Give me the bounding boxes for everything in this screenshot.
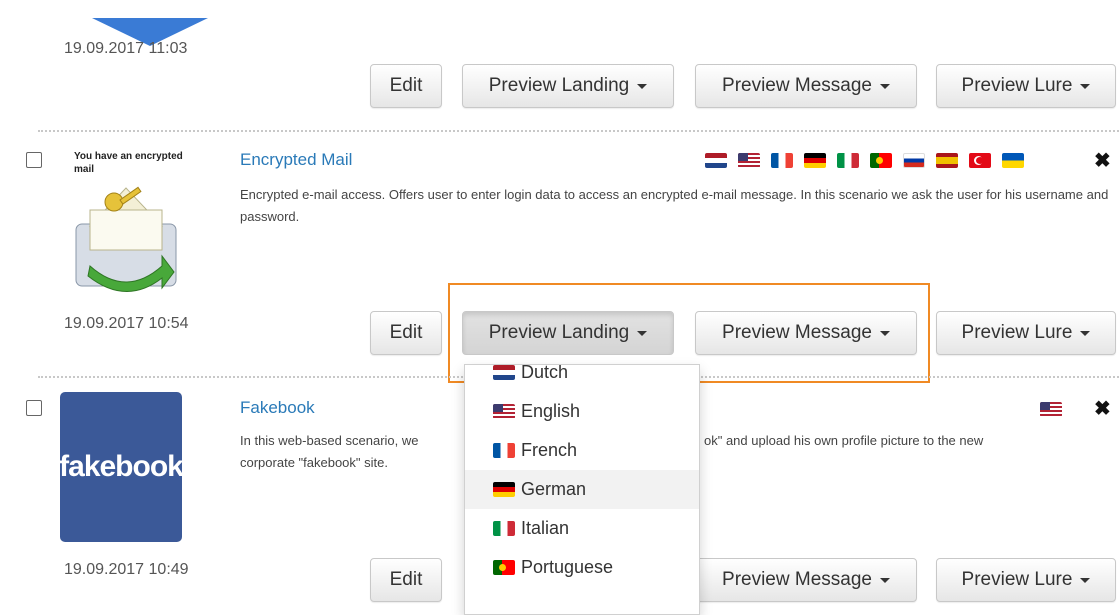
encrypted-mail-icon <box>75 186 177 292</box>
edit-button-label: Edit <box>389 322 423 343</box>
preview-lure-label: Preview Lure <box>961 322 1073 343</box>
usa-flag-icon <box>1040 402 1062 417</box>
preview-lure-button[interactable]: Preview Lure <box>936 311 1116 355</box>
fakebook-logo-text: fakebook <box>59 450 184 483</box>
dropdown-item-portuguese[interactable]: Portuguese <box>465 548 699 587</box>
dropdown-item-label: French <box>521 440 578 460</box>
italy-flag-icon <box>837 153 859 168</box>
turkey-flag-icon <box>969 153 991 168</box>
edit-button[interactable]: Edit <box>370 558 442 602</box>
portugal-flag-icon <box>493 560 515 575</box>
scenario-date: 19.09.2017 11:03 <box>64 40 188 57</box>
dropdown-item-dutch[interactable]: Dutch <box>465 364 699 392</box>
dropdown-item-german[interactable]: German <box>465 470 699 509</box>
france-flag-icon <box>493 443 515 458</box>
scenario-title[interactable]: Encrypted Mail <box>240 150 352 170</box>
edit-button[interactable]: Edit <box>370 311 442 355</box>
russia-flag-icon <box>903 153 925 168</box>
dropdown-item-label: English <box>521 401 581 421</box>
germany-flag-icon <box>493 482 515 497</box>
dropdown-item-italian[interactable]: Italian <box>465 509 699 548</box>
portugal-flag-icon <box>870 153 892 168</box>
row-divider <box>38 130 1119 132</box>
preview-message-button[interactable]: Preview Message <box>695 558 917 602</box>
scenario-date: 19.09.2017 10:54 <box>64 315 189 332</box>
delete-icon[interactable]: ✖ <box>1094 396 1111 421</box>
dropdown-item-label: German <box>521 479 587 499</box>
dropdown-item-label: Italian <box>521 518 570 538</box>
caret-down-icon <box>879 83 890 89</box>
edit-button-label: Edit <box>389 75 423 96</box>
preview-message-label: Preview Message <box>722 75 872 96</box>
select-checkbox[interactable] <box>26 400 42 416</box>
preview-lure-label: Preview Lure <box>961 75 1073 96</box>
edit-button-label: Edit <box>389 569 423 590</box>
language-flags <box>705 153 1024 168</box>
scenario-description-right: ok" and upload his own profile picture t… <box>704 433 984 448</box>
spain-flag-icon <box>936 153 958 168</box>
preview-lure-button[interactable]: Preview Lure <box>936 558 1116 602</box>
scenario-description-left: In this web-based scenario, we <box>240 433 419 448</box>
edit-button[interactable]: Edit <box>370 64 442 108</box>
netherlands-flag-icon <box>493 365 515 380</box>
preview-landing-label: Preview Landing <box>488 75 630 96</box>
preview-lure-label: Preview Lure <box>961 569 1073 590</box>
caret-down-icon <box>1080 330 1091 336</box>
preview-landing-dropdown: Dutch English French German Italian Port… <box>464 364 700 615</box>
caret-down-icon <box>1080 577 1091 583</box>
usa-flag-icon <box>738 153 760 168</box>
italy-flag-icon <box>493 521 515 536</box>
dropdown-item-label: Portuguese <box>521 557 614 577</box>
scenario-description-line2: corporate "fakebook" site. <box>240 455 388 470</box>
preview-message-button[interactable]: Preview Message <box>695 64 917 108</box>
netherlands-flag-icon <box>705 153 727 168</box>
preview-landing-button[interactable]: Preview Landing <box>462 64 674 108</box>
preview-message-label: Preview Message <box>722 569 872 590</box>
scenario-date: 19.09.2017 10:49 <box>64 561 189 578</box>
usa-flag-icon <box>493 404 515 419</box>
france-flag-icon <box>771 153 793 168</box>
scenario-thumbnail: fakebook <box>59 392 184 542</box>
delete-icon[interactable]: ✖ <box>1094 148 1111 173</box>
scenario-description: Encrypted e-mail access. Offers user to … <box>240 187 1109 224</box>
dropdown-item-french[interactable]: French <box>465 431 699 470</box>
caret-down-icon <box>637 83 648 89</box>
scenario-thumbnail: You have an encrypted mail <box>62 148 186 296</box>
caret-down-icon <box>1080 83 1091 89</box>
dropdown-item-label: Dutch <box>521 364 569 382</box>
select-checkbox[interactable] <box>26 152 42 168</box>
ukraine-flag-icon <box>1002 153 1024 168</box>
dropdown-item-english[interactable]: English <box>465 392 699 431</box>
germany-flag-icon <box>804 153 826 168</box>
scenario-title[interactable]: Fakebook <box>240 398 315 418</box>
preview-lure-button[interactable]: Preview Lure <box>936 64 1116 108</box>
caret-down-icon <box>879 577 890 583</box>
